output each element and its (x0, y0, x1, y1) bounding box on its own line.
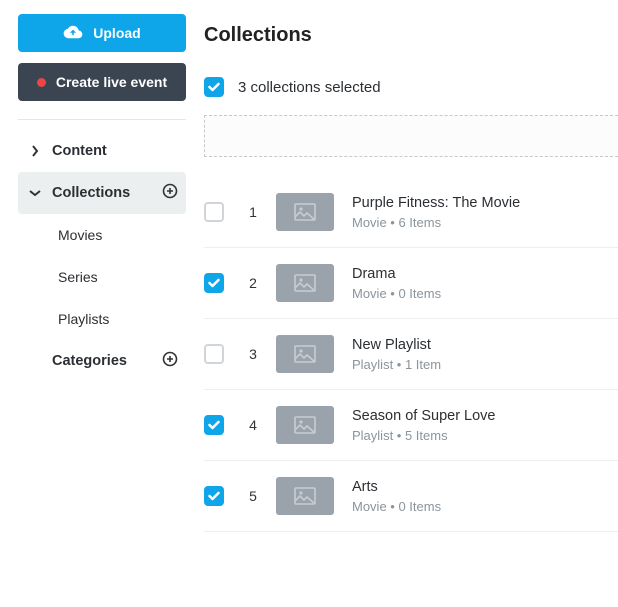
thumbnail-placeholder-icon (276, 193, 334, 231)
select-all-checkbox[interactable] (204, 77, 224, 97)
upload-button[interactable]: Upload (18, 14, 186, 52)
collection-row[interactable]: 1 Purple Fitness: The Movie Movie • 6 Item… (204, 177, 618, 248)
row-title: Arts (352, 479, 441, 495)
nav-collections[interactable]: Collections (18, 172, 186, 214)
row-checkbox[interactable] (204, 344, 224, 364)
row-index: 2 (248, 275, 258, 291)
add-category-icon[interactable] (162, 351, 178, 371)
row-meta: Arts Movie • 0 Items (352, 479, 441, 514)
sub-series[interactable]: Series (18, 256, 186, 298)
row-subtitle: Movie • 0 Items (352, 286, 441, 301)
row-title: Season of Super Love (352, 408, 496, 424)
nav-content-label: Content (52, 143, 107, 159)
thumbnail-placeholder-icon (276, 477, 334, 515)
sidebar-nav: Content Collections Movies Series Playli… (18, 130, 186, 382)
collection-row[interactable]: 5 Arts Movie • 0 Items (204, 461, 618, 532)
row-subtitle: Playlist • 1 Item (352, 357, 441, 372)
collections-list: 1 Purple Fitness: The Movie Movie • 6 Item… (204, 177, 618, 532)
row-index: 1 (248, 204, 258, 220)
upload-button-label: Upload (93, 25, 140, 41)
row-index: 5 (248, 488, 258, 504)
create-live-event-button[interactable]: Create live event (18, 63, 186, 101)
row-title: New Playlist (352, 337, 441, 353)
main: Collections 3 collections selected 1 Purp… (204, 0, 618, 607)
live-dot-icon (37, 78, 46, 87)
row-index: 3 (248, 346, 258, 362)
chevron-down-icon (26, 189, 44, 197)
chevron-right-icon (26, 145, 44, 157)
row-checkbox[interactable] (204, 415, 224, 435)
thumbnail-placeholder-icon (276, 335, 334, 373)
selection-summary: 3 collections selected (204, 77, 618, 97)
collection-row[interactable]: 2 Drama Movie • 0 Items (204, 248, 618, 319)
row-subtitle: Movie • 0 Items (352, 499, 441, 514)
row-checkbox[interactable] (204, 486, 224, 506)
collection-row[interactable]: 3 New Playlist Playlist • 1 Item (204, 319, 618, 390)
page-title: Collections (204, 24, 618, 47)
row-title: Purple Fitness: The Movie (352, 195, 520, 211)
sub-playlists[interactable]: Playlists (18, 298, 186, 340)
nav-categories-label: Categories (52, 353, 127, 369)
row-meta: Purple Fitness: The Movie Movie • 6 Items (352, 195, 520, 230)
divider (18, 119, 186, 120)
row-checkbox[interactable] (204, 202, 224, 222)
row-meta: Season of Super Love Playlist • 5 Items (352, 408, 496, 443)
thumbnail-placeholder-icon (276, 264, 334, 302)
cloud-upload-icon (63, 25, 83, 42)
nav-collections-label: Collections (52, 185, 130, 201)
collection-row[interactable]: 4 Season of Super Love Playlist • 5 Items (204, 390, 618, 461)
row-index: 4 (248, 417, 258, 433)
selection-count-label: 3 collections selected (238, 79, 381, 96)
row-meta: New Playlist Playlist • 1 Item (352, 337, 441, 372)
nav-content[interactable]: Content (18, 130, 186, 172)
create-live-event-label: Create live event (56, 74, 167, 90)
row-checkbox[interactable] (204, 273, 224, 293)
add-collection-icon[interactable] (162, 183, 178, 203)
row-subtitle: Movie • 6 Items (352, 215, 520, 230)
row-title: Drama (352, 266, 441, 282)
nav-categories[interactable]: Categories (18, 340, 186, 382)
drop-zone[interactable] (204, 115, 618, 157)
sidebar: Upload Create live event Content Collect… (0, 0, 204, 607)
thumbnail-placeholder-icon (276, 406, 334, 444)
sub-movies[interactable]: Movies (18, 214, 186, 256)
row-subtitle: Playlist • 5 Items (352, 428, 496, 443)
collections-sublist: Movies Series Playlists (18, 214, 186, 340)
row-meta: Drama Movie • 0 Items (352, 266, 441, 301)
